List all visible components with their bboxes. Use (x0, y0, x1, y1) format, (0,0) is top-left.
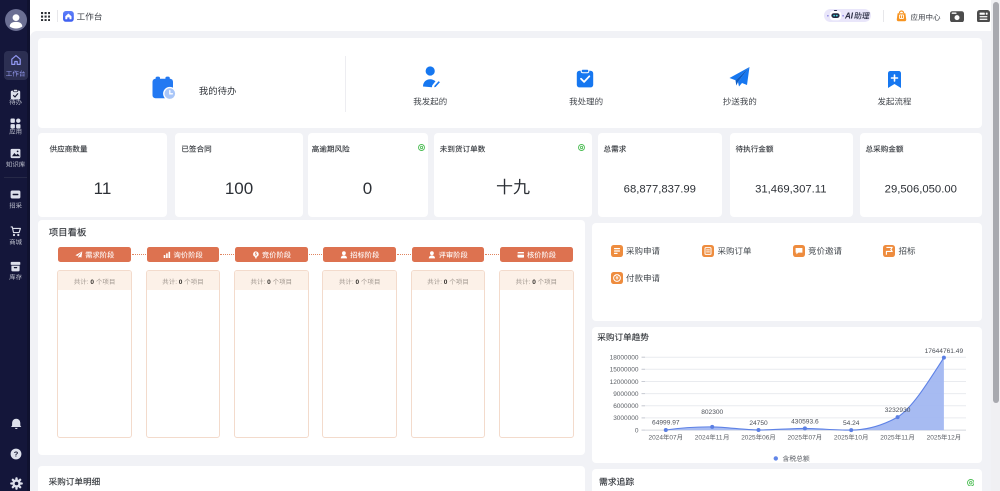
svg-text:?: ? (14, 449, 19, 458)
